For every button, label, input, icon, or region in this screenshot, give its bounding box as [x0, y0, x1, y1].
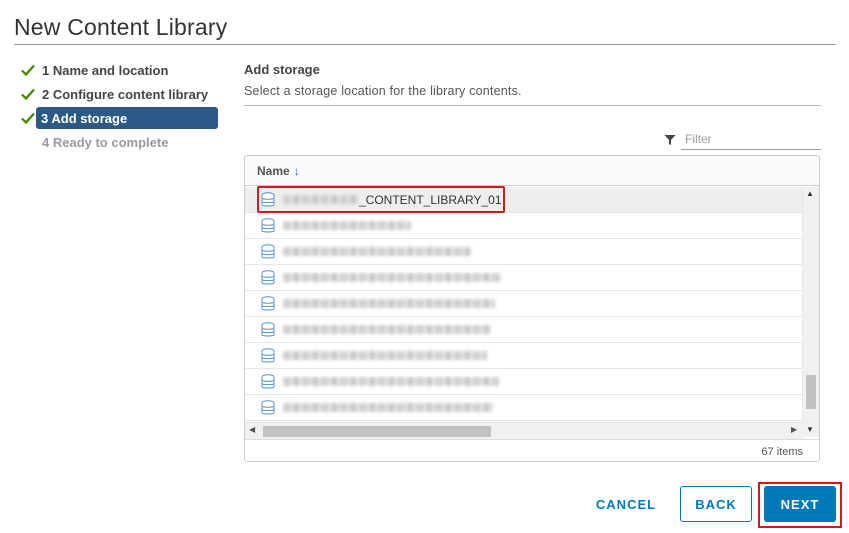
datastore-icon: [261, 243, 275, 258]
redacted-name-prefix: [283, 195, 359, 204]
dialog-title: New Content Library: [14, 14, 228, 40]
wizard-steps: 1 Name and location 2 Configure content …: [20, 58, 226, 154]
section-subtitle: Select a storage location for the librar…: [244, 84, 522, 98]
check-icon: [21, 112, 35, 125]
step-ready-to-complete: 4 Ready to complete: [20, 130, 226, 154]
scroll-thumb[interactable]: [263, 426, 491, 437]
step-configure-library[interactable]: 2 Configure content library: [20, 82, 226, 106]
scroll-left-icon[interactable]: ◀: [249, 425, 255, 434]
redacted-name: [283, 299, 495, 308]
step-label: 3 Add storage: [36, 107, 218, 129]
check-icon: [21, 64, 35, 77]
table-row[interactable]: [245, 239, 803, 265]
table-row[interactable]: [245, 291, 803, 317]
table-row[interactable]: [245, 369, 803, 395]
redacted-name: [283, 273, 501, 282]
redacted-name: [283, 377, 499, 386]
cancel-button[interactable]: CANCEL: [586, 486, 666, 522]
horizontal-scrollbar[interactable]: ◀ ▶: [245, 422, 803, 439]
redacted-name: [283, 247, 471, 256]
datastore-icon: [261, 269, 275, 284]
sort-descending-icon[interactable]: ↓: [294, 164, 300, 178]
table-row[interactable]: [245, 317, 803, 343]
grid-rows: _CONTENT_LIBRARY_01: [245, 187, 803, 421]
datastore-icon: [261, 347, 275, 362]
step-label: 4 Ready to complete: [42, 134, 169, 150]
datastore-icon: [261, 373, 275, 388]
table-row[interactable]: _CONTENT_LIBRARY_01: [245, 187, 803, 213]
filter-box: [664, 128, 821, 152]
next-button[interactable]: NEXT: [764, 486, 836, 522]
scroll-up-icon[interactable]: ▲: [806, 189, 814, 198]
item-count: 67 items: [245, 439, 819, 461]
datastore-icon: [261, 217, 275, 232]
datastore-icon: [261, 399, 275, 414]
redacted-name: [283, 221, 411, 230]
step-add-storage[interactable]: 3 Add storage: [20, 106, 226, 130]
column-label: Name: [257, 163, 290, 178]
section-divider: [244, 105, 821, 106]
table-row[interactable]: [245, 343, 803, 369]
title-divider: [14, 44, 836, 45]
redacted-name: [283, 325, 491, 334]
scroll-thumb[interactable]: [806, 375, 816, 409]
redacted-name: [283, 351, 487, 360]
row-name: _CONTENT_LIBRARY_01: [359, 192, 502, 207]
check-icon: [21, 88, 35, 101]
datastore-icon: [261, 321, 275, 336]
storage-datagrid: Name ↓ _CONTENT_LIBRARY_01 ▲ ▼ ◀ ▶ 67 it…: [244, 155, 820, 462]
table-row[interactable]: [245, 265, 803, 291]
filter-input[interactable]: [681, 128, 821, 150]
step-label: 2 Configure content library: [42, 86, 209, 102]
step-name-location[interactable]: 1 Name and location: [20, 58, 226, 82]
table-row[interactable]: [245, 213, 803, 239]
filter-icon[interactable]: [664, 134, 676, 146]
redacted-name: [283, 403, 493, 412]
datastore-icon: [261, 191, 275, 206]
scroll-down-icon[interactable]: ▼: [806, 425, 814, 434]
scroll-right-icon[interactable]: ▶: [791, 425, 797, 434]
column-header-name[interactable]: Name ↓: [245, 156, 819, 186]
vertical-scrollbar[interactable]: ▲ ▼: [802, 187, 819, 437]
section-title: Add storage: [244, 62, 320, 77]
table-row[interactable]: [245, 395, 803, 421]
back-button[interactable]: BACK: [680, 486, 752, 522]
datastore-icon: [261, 295, 275, 310]
step-label: 1 Name and location: [42, 62, 169, 78]
